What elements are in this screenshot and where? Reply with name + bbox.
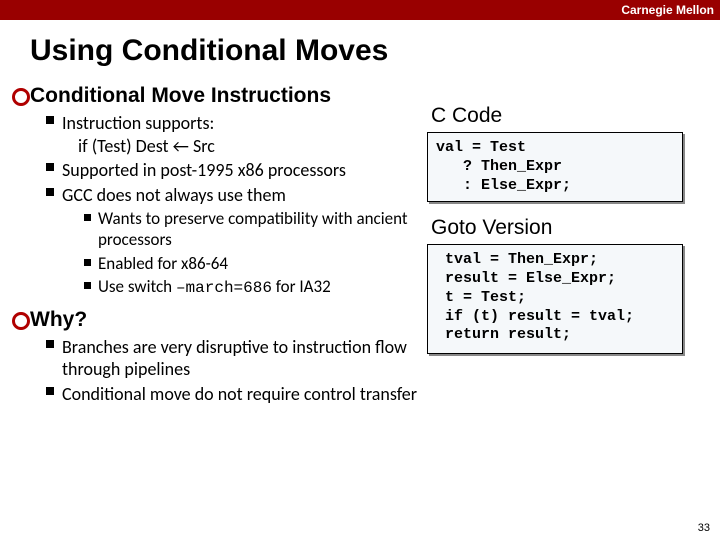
section-heading-cmi: Conditional Move Instructions bbox=[10, 84, 425, 108]
bullet-item: Branches are very disruptive to instruct… bbox=[46, 336, 425, 381]
bullet-item: Wants to preserve compatibility with anc… bbox=[84, 208, 425, 251]
slide-title: Using Conditional Moves bbox=[0, 20, 720, 78]
bullet-item: Supported in post-1995 x86 processors bbox=[46, 159, 425, 182]
bullet-subline: if (Test) Dest ← Src bbox=[62, 135, 425, 158]
bullet-list-2: Wants to preserve compatibility with anc… bbox=[62, 208, 425, 298]
right-column: C Code val = Test ? Then_Expr : Else_Exp… bbox=[425, 78, 695, 407]
bullet-item: Instruction supports: if (Test) Dest ← S… bbox=[46, 112, 425, 157]
section-heading-why: Why? bbox=[10, 308, 425, 332]
bullet-list-why: Branches are very disruptive to instruct… bbox=[10, 336, 425, 406]
content-area: Conditional Move Instructions Instructio… bbox=[0, 78, 720, 407]
goto-heading: Goto Version bbox=[431, 216, 695, 240]
bullet-text: GCC does not always use them bbox=[62, 184, 286, 206]
brand-bar: Carnegie Mellon bbox=[0, 0, 720, 20]
bullet-item: Conditional move do not require control … bbox=[46, 383, 425, 406]
slide-number: 33 bbox=[698, 522, 710, 534]
bullet-item: Enabled for x86-64 bbox=[84, 253, 425, 274]
bullet-list-1: Instruction supports: if (Test) Dest ← S… bbox=[10, 112, 425, 298]
goto-box: tval = Then_Expr; result = Else_Expr; t … bbox=[427, 244, 683, 354]
bullet-post: for IA32 bbox=[272, 276, 331, 297]
code-inline: –march=686 bbox=[176, 279, 272, 297]
ccode-heading: C Code bbox=[431, 104, 695, 128]
ccode-box: val = Test ? Then_Expr : Else_Expr; bbox=[427, 132, 683, 202]
brand-text: Carnegie Mellon bbox=[621, 3, 714, 17]
bullet-text: Instruction supports: bbox=[62, 112, 214, 134]
bullet-pre: Use switch bbox=[98, 276, 176, 297]
bullet-item: GCC does not always use them Wants to pr… bbox=[46, 184, 425, 298]
left-column: Conditional Move Instructions Instructio… bbox=[10, 78, 425, 407]
bullet-item: Use switch –march=686 for IA32 bbox=[84, 276, 425, 298]
